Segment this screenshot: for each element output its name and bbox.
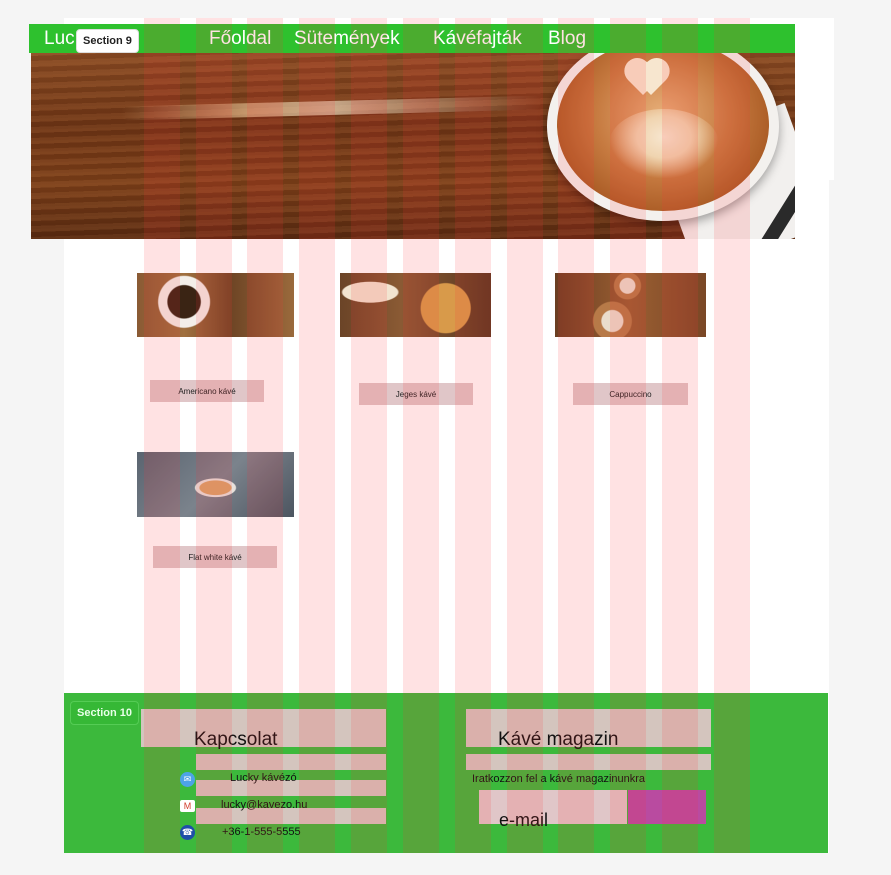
contact-name: Lucky kávézó: [230, 772, 297, 784]
contact-title: Kapcsolat: [194, 729, 278, 750]
latte-art-rosetta: [609, 109, 719, 179]
envelope-icon: ✉: [180, 772, 195, 787]
product-image-jeges[interactable]: [340, 273, 491, 337]
phone-icon: ☎: [180, 825, 195, 840]
subscribe-button[interactable]: [628, 790, 706, 824]
nav-link-blog[interactable]: Blog: [548, 28, 586, 50]
contact-bar: [196, 754, 386, 770]
latte-art-heart: [625, 61, 669, 97]
magazine-bar: [466, 754, 711, 770]
contact-phone[interactable]: +36-1-555-5555: [222, 825, 301, 839]
nav-link-fooldal[interactable]: Főoldal: [209, 28, 271, 50]
nav-link-kavefajtak[interactable]: Kávéfajták: [433, 28, 522, 50]
product-label-americano[interactable]: Americano kávé: [150, 380, 264, 402]
product-image-flatwhite[interactable]: [137, 452, 294, 517]
product-image-cappuccino[interactable]: [555, 273, 706, 337]
gmail-icon: M: [180, 800, 195, 812]
product-label-flatwhite[interactable]: Flat white kávé: [153, 546, 277, 568]
magazine-text: Iratkozzon fel a kávé magazinunkra: [472, 773, 646, 785]
logo[interactable]: Luc: [44, 28, 75, 50]
header-edge: [795, 18, 834, 180]
product-label-cappuccino[interactable]: Cappuccino: [573, 383, 688, 405]
section-label-header: Section 9: [76, 29, 139, 53]
magazine-title: Kávé magazin: [498, 729, 619, 750]
contact-email[interactable]: lucky@kavezo.hu: [221, 798, 307, 812]
email-placeholder: e-mail: [499, 810, 549, 830]
section-label-footer: Section 10: [70, 701, 140, 725]
page: Luc Főoldal Sütemények Kávéfajták Blog S…: [0, 0, 891, 875]
hero-image: [31, 53, 795, 239]
navbar: [29, 24, 795, 53]
product-label-jeges[interactable]: Jeges kávé: [359, 383, 473, 405]
nav-link-sutemenyek[interactable]: Sütemények: [294, 28, 400, 50]
product-image-americano[interactable]: [137, 273, 294, 337]
